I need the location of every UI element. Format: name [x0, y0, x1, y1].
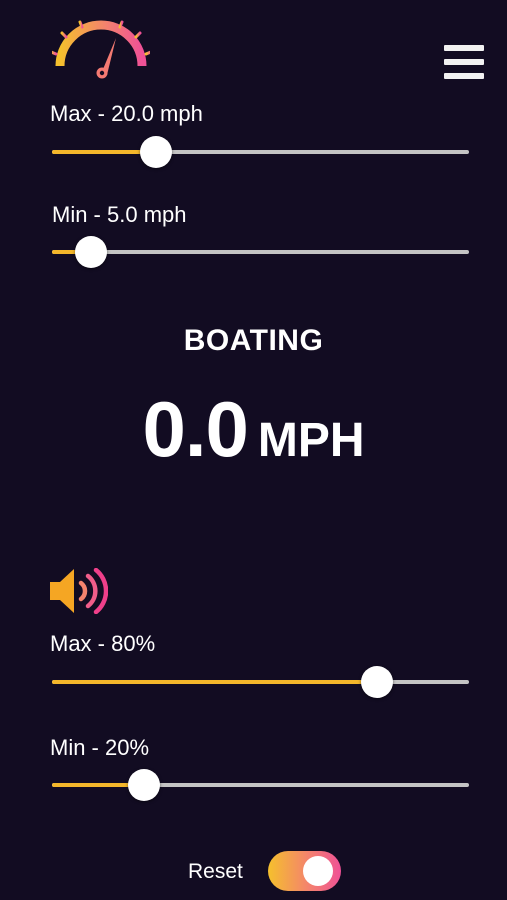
hamburger-menu-icon[interactable] [444, 45, 484, 79]
speed-readout: 0.0 MPH [0, 390, 507, 468]
max-speed-label: Max - 20.0 mph [50, 101, 203, 126]
max-volume-label: Max - 80% [50, 631, 156, 656]
slider-thumb[interactable] [140, 136, 173, 168]
slider-thumb[interactable] [75, 236, 108, 268]
mode-title: BOATING [183, 324, 324, 357]
min-speed-slider[interactable] [52, 230, 469, 274]
slider-fill [52, 680, 378, 684]
speed-unit: MPH [257, 414, 365, 467]
toggle-knob [303, 856, 333, 886]
slider-thumb[interactable] [361, 666, 394, 698]
speaker-volume-icon [50, 568, 108, 614]
min-volume-label: Min - 20% [50, 735, 150, 760]
max-speed-slider[interactable] [52, 130, 469, 174]
reset-label: Reset [188, 860, 243, 883]
speed-value: 0.0 [142, 385, 248, 473]
slider-thumb[interactable] [127, 769, 160, 801]
max-volume-slider[interactable] [52, 660, 469, 704]
min-volume-slider[interactable] [52, 763, 469, 807]
min-speed-label: Min - 5.0 mph [52, 202, 187, 227]
speedometer-icon [52, 18, 150, 79]
reset-toggle[interactable] [268, 851, 341, 891]
slider-track [52, 250, 469, 254]
